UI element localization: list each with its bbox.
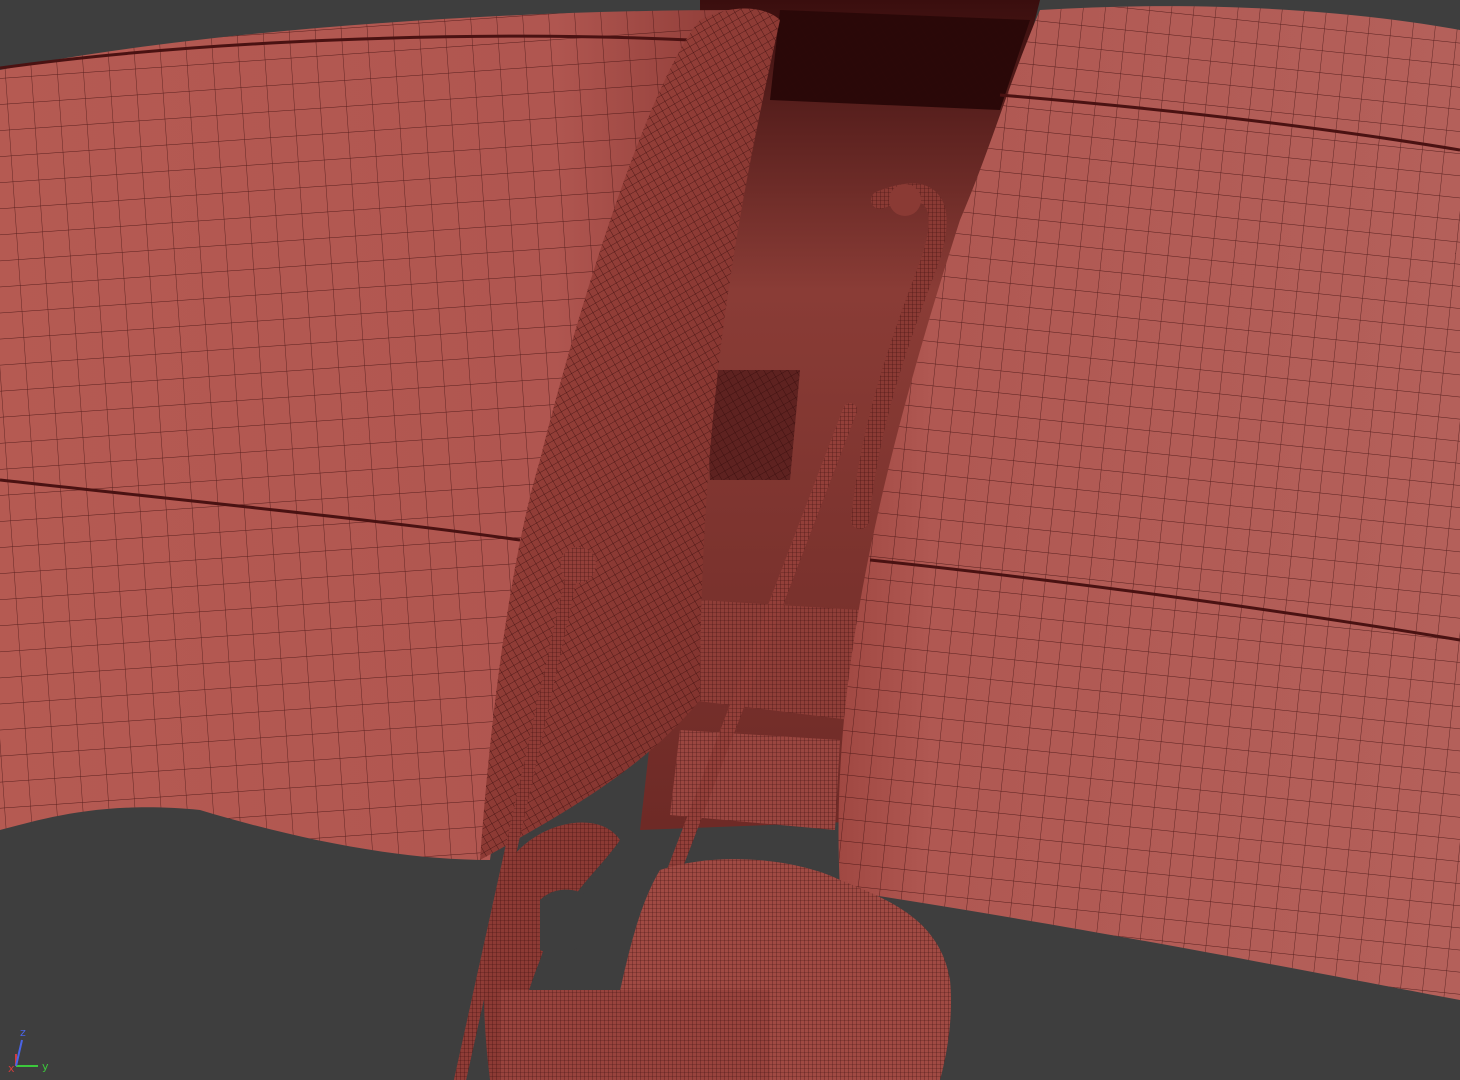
wireframe-model-render: [0, 0, 1460, 1080]
gizmo-z-label: z: [20, 1026, 26, 1039]
gizmo-y-label: y: [42, 1060, 49, 1073]
gizmo-x-label: x: [8, 1062, 15, 1075]
3d-viewport[interactable]: x y z: [0, 0, 1460, 1080]
gizmo-z-axis: [15, 1039, 23, 1067]
axis-gizmo: x y z: [8, 1026, 49, 1075]
